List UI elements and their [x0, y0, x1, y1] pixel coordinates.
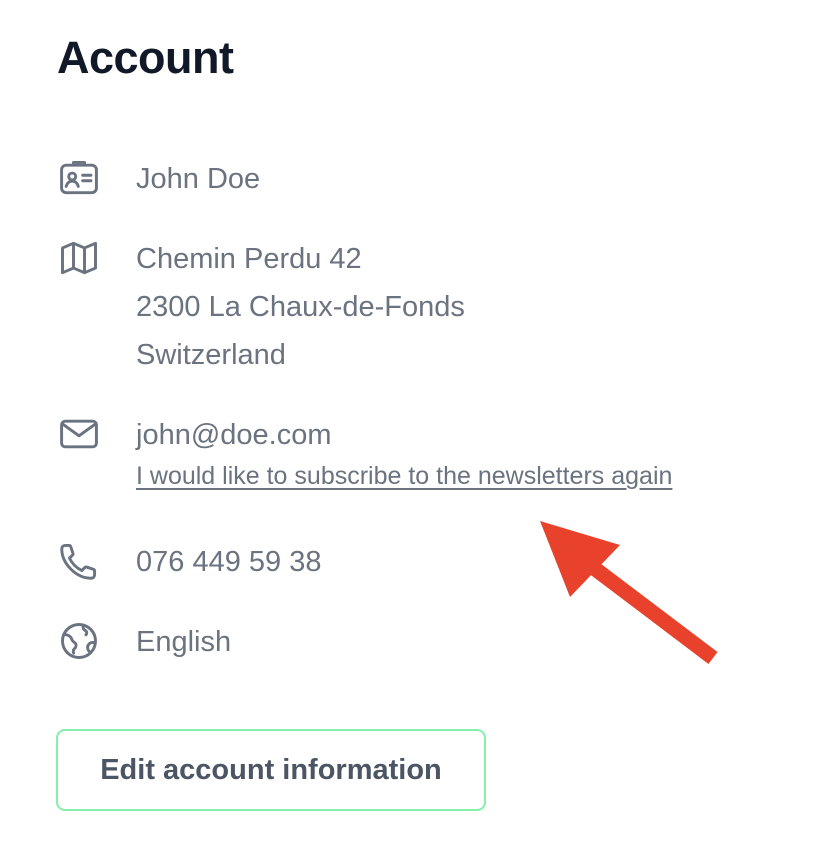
account-language: English [136, 626, 232, 658]
phone-icon [57, 538, 103, 584]
account-name: John Doe [136, 163, 261, 195]
id-card-icon [57, 155, 103, 201]
map-icon [57, 235, 103, 281]
phone-row: 076 449 59 38 [57, 538, 321, 586]
email-content: john@doe.com I would like to subscribe t… [136, 411, 672, 491]
address-street: Chemin Perdu 42 [136, 243, 362, 275]
address-country: Switzerland [136, 339, 286, 371]
edit-account-button[interactable]: Edit account information [56, 729, 486, 811]
language-content: English [136, 618, 231, 666]
email-row: john@doe.com I would like to subscribe t… [57, 411, 672, 491]
name-row: John Doe [57, 155, 260, 203]
red-arrow-icon [540, 521, 718, 664]
account-phone: 076 449 59 38 [136, 546, 322, 578]
address-row: Chemin Perdu 42 2300 La Chaux-de-Fonds S… [57, 235, 465, 379]
envelope-icon [57, 411, 103, 457]
address-city: 2300 La Chaux-de-Fonds [136, 291, 465, 323]
page-title: Account [57, 32, 234, 83]
address-content: Chemin Perdu 42 2300 La Chaux-de-Fonds S… [136, 235, 465, 379]
phone-content: 076 449 59 38 [136, 538, 321, 586]
globe-icon [57, 618, 103, 664]
language-row: English [57, 618, 231, 666]
account-panel: Account John Doe Chemin Perdu 42 2300 La… [0, 0, 826, 864]
newsletter-subscribe-link[interactable]: I would like to subscribe to the newslet… [136, 461, 672, 491]
name-content: John Doe [136, 155, 260, 203]
account-email: john@doe.com [136, 419, 332, 451]
